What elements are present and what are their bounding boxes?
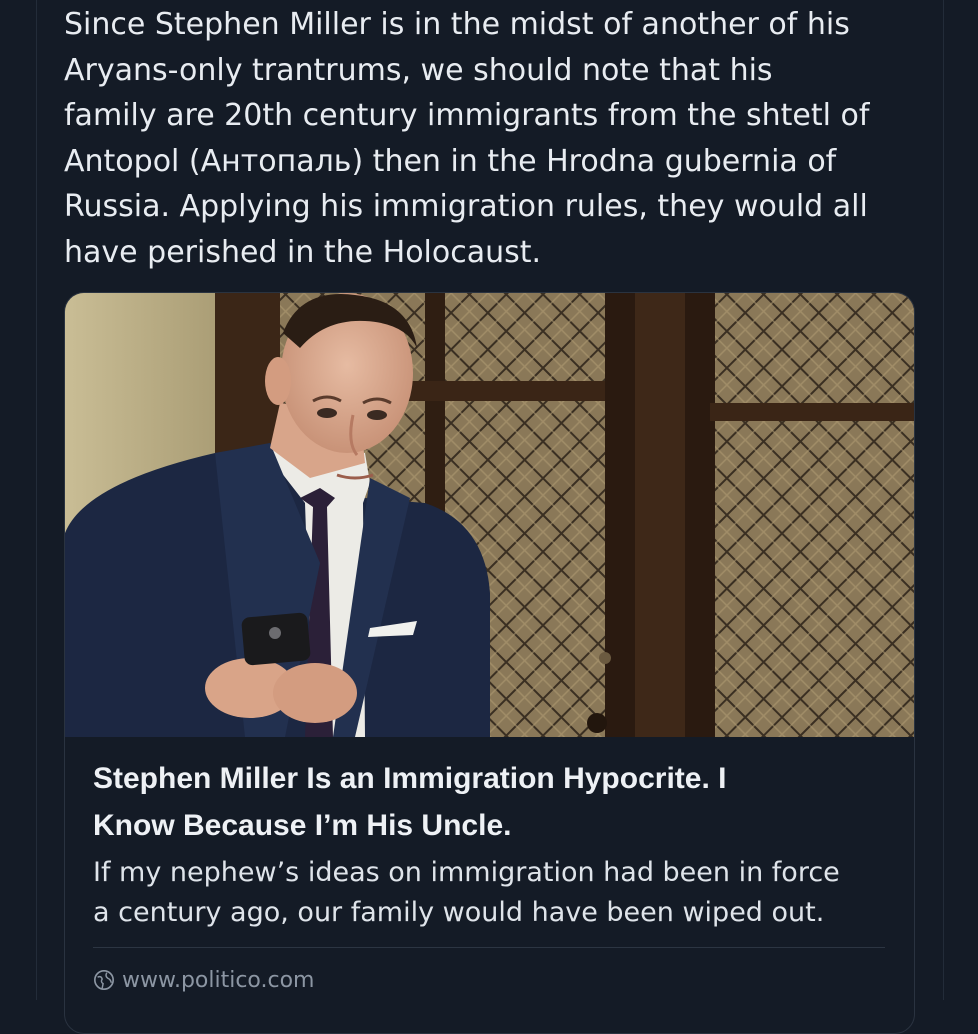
card-divider: [93, 947, 885, 948]
headline-line[interactable]: Know Because I’m His Uncle.: [93, 802, 883, 849]
article-summary: If my nephew’s ideas on immigration had …: [93, 853, 893, 933]
article-headline[interactable]: Stephen Miller Is an Immigration Hypocri…: [93, 755, 883, 849]
source-domain[interactable]: www.politico.com: [122, 968, 315, 993]
globe-icon: [94, 970, 114, 990]
post-text-line: family are 20th century immigrants from …: [64, 98, 870, 133]
post-text-line: Since Stephen Miller is in the midst of …: [64, 7, 850, 42]
headline-line[interactable]: Stephen Miller Is an Immigration Hypocri…: [93, 755, 883, 802]
post-text-line: Aryans-only trantrums, we should note th…: [64, 52, 773, 88]
post-text: Since Stephen Miller is in the midst of …: [64, 2, 924, 275]
source-link[interactable]: www.politico.com: [93, 963, 315, 997]
post-text-line: Russia. Applying his immigration rules, …: [64, 189, 868, 224]
link-preview-card[interactable]: Stephen Miller Is an Immigration Hypocri…: [64, 292, 915, 1034]
summary-line: a century ago, our family would have bee…: [93, 897, 825, 928]
article-photo[interactable]: [65, 293, 914, 737]
summary-line: If my nephew’s ideas on immigration had …: [93, 857, 840, 888]
post-text-line: Antopol (Антопаль) then in the Hrodna gu…: [64, 143, 837, 179]
post-text-line: have perished in the Holocaust.: [64, 234, 542, 270]
